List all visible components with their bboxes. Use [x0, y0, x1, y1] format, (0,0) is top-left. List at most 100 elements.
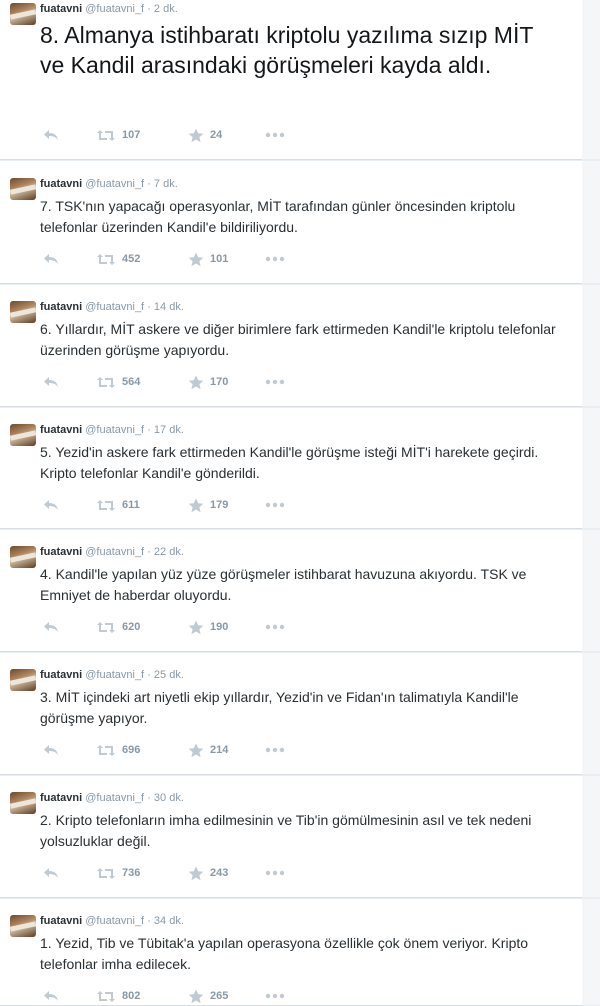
tweet-time[interactable]: 34 dk. [154, 915, 184, 927]
dot-separator: · [147, 301, 151, 313]
star-icon [188, 498, 204, 513]
author-handle[interactable]: @fuatavni_f [85, 669, 144, 681]
tweet[interactable]: fuatavni @fuatavni_f · 34 dk. 1. Yezid, … [0, 899, 600, 1006]
favorite-count: 265 [210, 990, 229, 1002]
author-name[interactable]: fuatavni [40, 669, 82, 681]
reply-button[interactable] [43, 127, 59, 143]
tweet-time[interactable]: 30 dk. [154, 792, 184, 804]
author-handle[interactable]: @fuatavni_f [85, 546, 144, 558]
reply-button[interactable] [43, 374, 59, 390]
more-button[interactable] [265, 865, 285, 881]
author-name[interactable]: fuatavni [40, 546, 82, 558]
dot-separator: · [147, 178, 151, 190]
author-handle[interactable]: @fuatavni_f [85, 3, 144, 15]
more-button[interactable] [265, 988, 285, 1004]
retweet-button[interactable]: 620 [96, 619, 140, 635]
tweet[interactable]: fuatavni @fuatavni_f · 14 dk. 6. Yıllard… [0, 285, 600, 407]
avatar[interactable] [10, 301, 36, 323]
tweet[interactable]: fuatavni @fuatavni_f · 25 dk. 3. MİT içi… [0, 653, 600, 775]
retweet-count: 611 [122, 499, 140, 511]
tweet[interactable]: fuatavni @fuatavni_f · 30 dk. 2. Kripto … [0, 776, 600, 898]
more-button[interactable] [265, 619, 285, 635]
avatar[interactable] [10, 669, 36, 691]
favorite-button[interactable]: 243 [188, 865, 228, 881]
author-handle[interactable]: @fuatavni_f [85, 301, 144, 313]
favorite-count: 214 [210, 744, 229, 756]
dot-separator: · [147, 792, 151, 804]
tweet-time[interactable]: 7 dk. [154, 178, 178, 190]
favorite-button[interactable]: 170 [188, 374, 228, 390]
star-icon [188, 743, 204, 758]
retweet-button[interactable]: 564 [96, 374, 140, 390]
favorite-count: 243 [210, 867, 229, 879]
more-button[interactable] [265, 374, 285, 390]
retweet-button[interactable]: 696 [96, 742, 140, 758]
author-handle[interactable]: @fuatavni_f [85, 915, 144, 927]
author-handle[interactable]: @fuatavni_f [85, 178, 144, 190]
tweet[interactable]: fuatavni @fuatavni_f · 7 dk. 7. TSK'nın … [0, 161, 600, 284]
more-button[interactable] [265, 742, 285, 758]
more-icon [265, 870, 285, 876]
more-icon [265, 132, 285, 138]
retweet-button[interactable]: 611 [96, 497, 140, 513]
star-icon [188, 252, 204, 267]
retweet-button[interactable]: 452 [96, 251, 140, 267]
tweet-time[interactable]: 14 dk. [154, 301, 184, 313]
tweet[interactable]: fuatavni @fuatavni_f · 2 dk. 8. Almanya … [0, 0, 600, 160]
reply-icon [43, 129, 59, 141]
retweet-count: 620 [122, 621, 141, 633]
author-name[interactable]: fuatavni [40, 178, 82, 190]
tweet-time[interactable]: 17 dk. [154, 424, 184, 436]
dot-separator: · [147, 915, 151, 927]
author-name[interactable]: fuatavni [40, 301, 82, 313]
favorite-button[interactable]: 214 [188, 742, 228, 758]
reply-button[interactable] [43, 619, 59, 635]
reply-button[interactable] [43, 251, 59, 267]
dot-separator: · [147, 424, 151, 436]
more-button[interactable] [265, 251, 285, 267]
star-icon [188, 128, 204, 143]
favorite-button[interactable]: 265 [188, 988, 228, 1004]
author-name[interactable]: fuatavni [40, 915, 82, 927]
author-name[interactable]: fuatavni [40, 424, 82, 436]
reply-icon [43, 376, 59, 388]
author-handle[interactable]: @fuatavni_f [85, 424, 144, 436]
favorite-button[interactable]: 24 [188, 127, 222, 143]
avatar[interactable] [10, 424, 36, 446]
favorite-button[interactable]: 179 [188, 497, 228, 513]
star-icon [188, 375, 204, 390]
tweet-text: 5. Yezid'in askere fark ettirmeden Kandi… [40, 444, 539, 481]
tweet-header: fuatavni @fuatavni_f · 34 dk. [40, 915, 184, 927]
tweet[interactable]: fuatavni @fuatavni_f · 22 dk. 4. Kandil'… [0, 530, 600, 652]
tweet[interactable]: fuatavni @fuatavni_f · 17 dk. 5. Yezid'i… [0, 408, 600, 529]
retweet-button[interactable]: 107 [96, 127, 140, 143]
author-name[interactable]: fuatavni [40, 3, 82, 15]
tweet-time[interactable]: 2 dk. [154, 3, 178, 15]
retweet-count: 696 [122, 744, 141, 756]
retweet-count: 107 [122, 129, 141, 141]
tweet-time[interactable]: 22 dk. [154, 546, 184, 558]
more-button[interactable] [265, 127, 285, 143]
avatar[interactable] [10, 546, 36, 568]
tweet-time[interactable]: 25 dk. [154, 669, 184, 681]
retweet-button[interactable]: 736 [96, 865, 140, 881]
more-button[interactable] [265, 497, 285, 513]
avatar[interactable] [10, 178, 36, 200]
avatar[interactable] [10, 915, 36, 937]
author-name[interactable]: fuatavni [40, 792, 82, 804]
author-handle[interactable]: @fuatavni_f [85, 792, 144, 804]
favorite-button[interactable]: 190 [188, 619, 228, 635]
reply-button[interactable] [43, 742, 59, 758]
retweet-button[interactable]: 802 [96, 988, 140, 1004]
reply-button[interactable] [43, 988, 59, 1004]
avatar[interactable] [10, 792, 36, 814]
avatar[interactable] [10, 3, 36, 25]
retweet-count: 452 [122, 253, 141, 265]
reply-button[interactable] [43, 497, 59, 513]
reply-icon [43, 744, 59, 756]
favorite-button[interactable]: 101 [188, 251, 228, 267]
tweet-text: 4. Kandil'le yapılan yüz yüze görüşmeler… [40, 566, 527, 603]
tweet-header: fuatavni @fuatavni_f · 25 dk. [40, 669, 184, 681]
retweet-icon [96, 253, 116, 266]
reply-button[interactable] [43, 865, 59, 881]
